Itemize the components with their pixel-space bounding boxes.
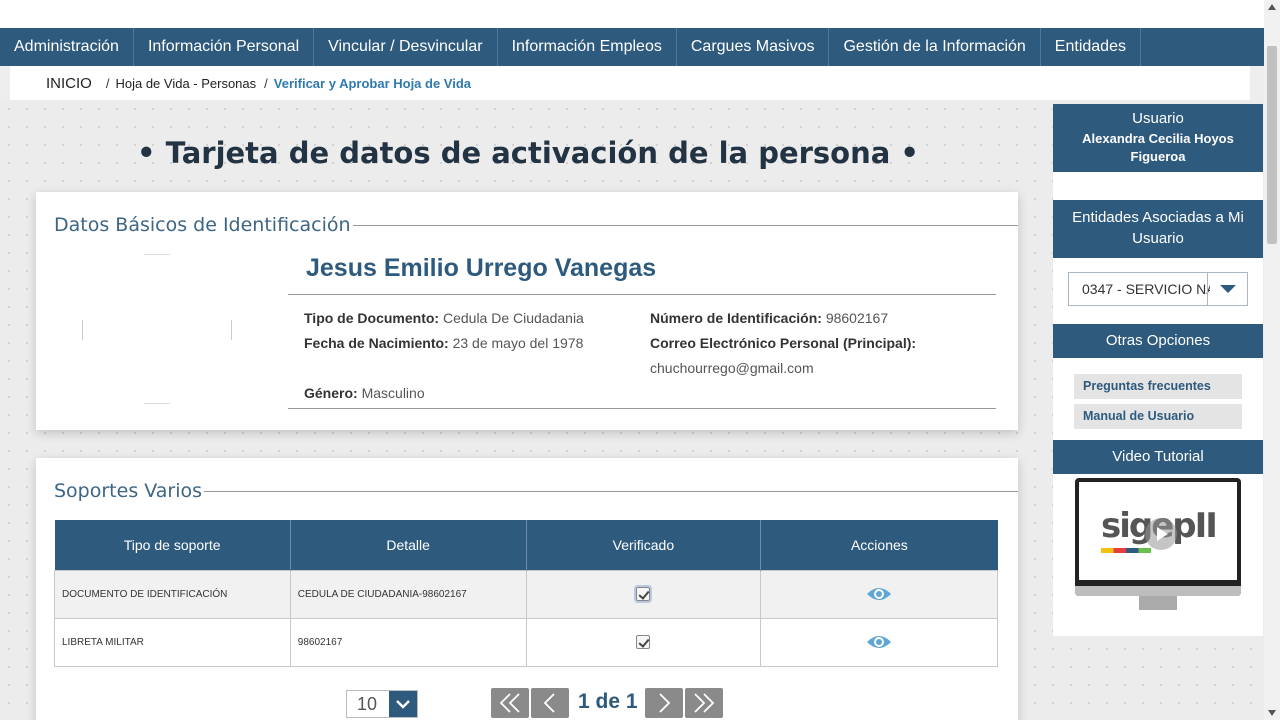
cell-verificado: [525, 617, 762, 667]
logo-colorbar: [1101, 548, 1151, 553]
pagination: 10 1 de 1: [0, 688, 1040, 720]
main-nav: Administración Información Personal Vinc…: [0, 28, 1264, 66]
doc-type-label: Tipo de Documento:: [304, 310, 440, 326]
double-chevron-left-icon: [499, 693, 520, 713]
chevron-left-icon: [543, 693, 555, 713]
verified-checkbox[interactable]: [636, 635, 651, 649]
last-page-button[interactable]: [685, 688, 723, 718]
breadcrumb: INICIO / Hoja de Vida - Personas / Verif…: [10, 66, 1250, 100]
email-value: chuchourrego@gmail.com: [650, 360, 814, 376]
breadcrumb-separator: /: [105, 75, 110, 91]
basic-data-legend: Datos Básicos de Identificación: [54, 214, 353, 236]
video-tutorial-heading: Video Tutorial: [1053, 440, 1263, 474]
user-panel-body: [1053, 172, 1263, 200]
column-header-verificado: Verificado: [526, 520, 762, 570]
view-eye-icon[interactable]: [866, 586, 892, 602]
table-header-row: Tipo de soporte Detalle Verificado Accio…: [54, 520, 998, 570]
email-field: Correo Electrónico Personal (Principal):: [650, 335, 916, 351]
first-page-button[interactable]: [491, 688, 529, 718]
chevron-down-icon[interactable]: [389, 691, 417, 717]
fields-divider: [288, 408, 996, 409]
play-icon[interactable]: [1145, 518, 1177, 550]
scroll-down-icon[interactable]: [1268, 710, 1276, 716]
email-label: Correo Electrónico Personal (Principal):: [650, 335, 917, 351]
breadcrumb-hoja-de-vida[interactable]: Hoja de Vida - Personas: [115, 76, 256, 91]
user-heading: Usuario: [1132, 110, 1184, 127]
doc-type-field: Tipo de Documento: Cedula De Ciudadania: [304, 310, 584, 326]
breadcrumb-home[interactable]: INICIO: [46, 75, 92, 92]
user-panel-header: Usuario Alexandra Cecilia Hoyos Figueroa: [1053, 104, 1263, 172]
scroll-up-icon[interactable]: [1268, 4, 1276, 10]
cell-verificado: [525, 569, 762, 619]
column-header-detalle: Detalle: [290, 520, 527, 570]
birth-date-field: Fecha de Nacimiento: 23 de mayo del 1978: [304, 335, 583, 351]
entity-select[interactable]: 0347 - SERVICIO NACIONAL: [1068, 272, 1248, 306]
table-row: DOCUMENTO DE IDENTIFICACIÓN CEDULA DE CI…: [54, 569, 998, 619]
doc-type-value: Cedula De Ciudadania: [442, 310, 584, 326]
cell-tipo: LIBRETA MILITAR: [54, 617, 291, 667]
page-info: 1 de 1: [578, 690, 638, 713]
nav-item-informacion-personal[interactable]: Información Personal: [134, 28, 315, 66]
user-manual-link[interactable]: Manual de Usuario: [1074, 404, 1242, 429]
gender-value: Masculino: [361, 385, 425, 401]
chevron-right-icon: [659, 693, 671, 713]
breadcrumb-separator: /: [264, 75, 268, 91]
id-number-value: 98602167: [825, 310, 889, 326]
cell-tipo: DOCUMENTO DE IDENTIFICACIÓN: [54, 569, 291, 619]
per-page-select[interactable]: 10: [346, 690, 418, 718]
per-page-value: 10: [357, 694, 378, 714]
video-tutorial-panel: sigepII: [1053, 474, 1263, 636]
person-name: Jesus Emilio Urrego Vanegas: [306, 254, 657, 282]
nav-item-gestion-informacion[interactable]: Gestión de la Información: [829, 28, 1041, 66]
view-eye-icon[interactable]: [866, 634, 892, 650]
page-title: • Tarjeta de datos de activación de la p…: [137, 136, 919, 170]
faq-link[interactable]: Preguntas frecuentes: [1074, 374, 1242, 399]
entities-heading: Entidades Asociadas a Mi Usuario: [1053, 200, 1263, 258]
monitor-stand: [1139, 596, 1177, 610]
birth-date-label: Fecha de Nacimiento:: [304, 335, 449, 351]
top-bar: [0, 0, 1264, 28]
page-scrollbar[interactable]: [1264, 0, 1280, 720]
user-name: Alexandra Cecilia Hoyos Figueroa: [1082, 131, 1234, 164]
monitor-chin: [1075, 586, 1241, 596]
profile-photo-placeholder: [82, 254, 232, 404]
verified-checkbox[interactable]: [634, 585, 653, 603]
basic-data-card: Datos Básicos de Identificación Jesus Em…: [36, 192, 1018, 430]
nav-item-administracion[interactable]: Administración: [0, 28, 134, 66]
supports-legend: Soportes Varios: [54, 480, 205, 502]
id-number-field: Número de Identificación: 98602167: [650, 310, 888, 326]
nav-item-vincular[interactable]: Vincular / Desvincular: [314, 28, 498, 66]
cell-detalle: CEDULA DE CIUDADANIA-98602167: [289, 569, 527, 619]
supports-table: Tipo de soporte Detalle Verificado Accio…: [54, 520, 998, 667]
supports-card: Soportes Varios Tipo de soporte Detalle …: [36, 458, 1018, 720]
entity-select-value: 0347 - SERVICIO NACIONAL: [1082, 281, 1210, 297]
next-page-button[interactable]: [645, 688, 683, 718]
table-row: LIBRETA MILITAR 98602167: [54, 617, 998, 667]
nav-item-cargues-masivos[interactable]: Cargues Masivos: [677, 28, 830, 66]
nav-item-entidades[interactable]: Entidades: [1041, 28, 1141, 66]
id-number-label: Número de Identificación:: [650, 310, 822, 326]
other-options-heading: Otras Opciones: [1053, 324, 1263, 358]
column-header-acciones: Acciones: [760, 520, 998, 570]
scrollbar-thumb[interactable]: [1267, 46, 1277, 244]
prev-page-button[interactable]: [531, 688, 569, 718]
cell-detalle: 98602167: [289, 617, 527, 667]
gender-field: Género: Masculino: [304, 385, 425, 401]
column-header-tipo: Tipo de soporte: [54, 520, 291, 570]
birth-date-value: 23 de mayo del 1978: [452, 335, 584, 351]
video-monitor[interactable]: sigepII: [1075, 478, 1241, 596]
double-chevron-right-icon: [694, 693, 715, 713]
nav-item-informacion-empleos[interactable]: Información Empleos: [498, 28, 677, 66]
breadcrumb-current: Verificar y Aprobar Hoja de Vida: [273, 75, 472, 91]
cell-acciones: [760, 617, 998, 667]
video-screen: sigepII: [1079, 482, 1237, 580]
cell-acciones: [760, 569, 998, 619]
gender-label: Género:: [304, 385, 358, 401]
chevron-down-icon[interactable]: [1207, 273, 1247, 305]
name-divider: [288, 294, 996, 295]
sidebar: Usuario Alexandra Cecilia Hoyos Figueroa…: [1053, 104, 1263, 636]
